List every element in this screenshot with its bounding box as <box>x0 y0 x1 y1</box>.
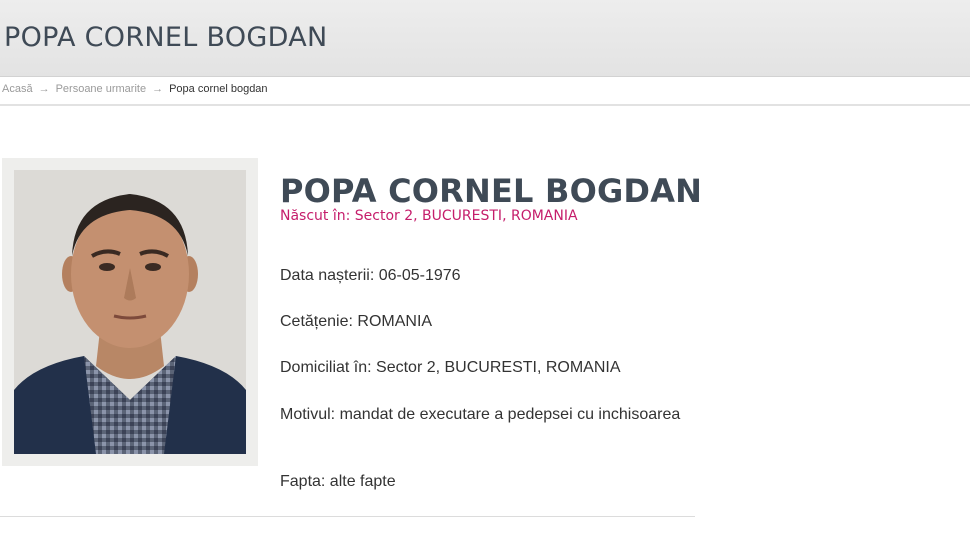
person-deed: Fapta: alte fapte <box>280 473 396 490</box>
person-citizenship: Cetățenie: ROMANIA <box>280 313 433 330</box>
page: POPA CORNEL BOGDAN Acasă → Persoane urma… <box>0 0 970 546</box>
person-photo <box>14 170 246 454</box>
breadcrumb: Acasă → Persoane urmarite → Popa cornel … <box>2 83 268 95</box>
breadcrumb-arrow-icon: → <box>152 83 164 95</box>
page-title: POPA CORNEL BOGDAN <box>4 22 328 53</box>
person-birthplace: Născut în: Sector 2, BUCURESTI, ROMANIA <box>280 208 578 224</box>
person-domicile: Domiciliat în: Sector 2, BUCURESTI, ROMA… <box>280 359 621 376</box>
breadcrumb-arrow-icon: → <box>38 83 50 95</box>
breadcrumb-current: Popa cornel bogdan <box>169 83 268 95</box>
truncated-section-heading <box>2 537 122 546</box>
person-photo-frame <box>2 158 258 466</box>
person-birth-date: Data nașterii: 06-05-1976 <box>280 267 461 284</box>
breadcrumb-section-link[interactable]: Persoane urmarite <box>56 83 147 95</box>
breadcrumb-divider <box>0 104 970 106</box>
breadcrumb-home-link[interactable]: Acasă <box>2 83 33 95</box>
content-divider <box>0 516 695 517</box>
person-reason: Motivul: mandat de executare a pedepsei … <box>280 406 681 423</box>
page-header: POPA CORNEL BOGDAN <box>0 0 970 77</box>
person-name: POPA CORNEL BOGDAN <box>280 172 703 210</box>
